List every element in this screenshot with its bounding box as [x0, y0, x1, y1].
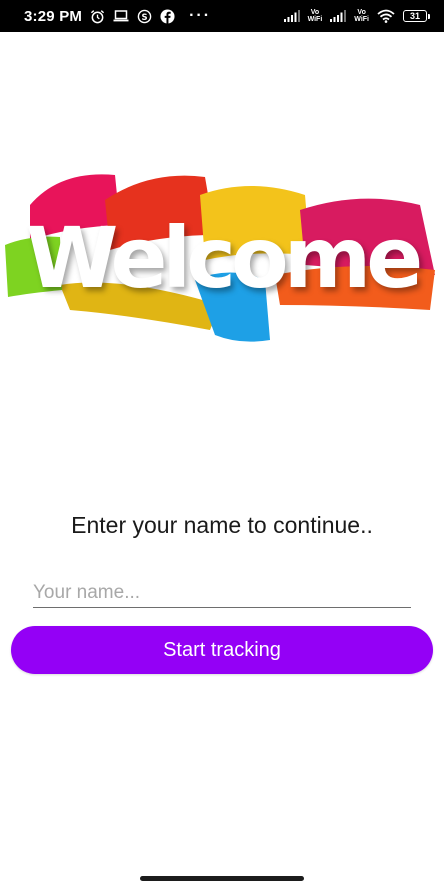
- battery-level: 31: [403, 10, 427, 22]
- status-bar: 3:29 PM S ··· Vo WiFi Vo WiFi 31: [0, 0, 444, 32]
- laptop-icon: [113, 9, 129, 23]
- signal-icon-secondary: [330, 10, 347, 22]
- gesture-nav-handle[interactable]: [140, 876, 304, 881]
- status-right: Vo WiFi Vo WiFi 31: [283, 9, 430, 23]
- vowifi-label-top-secondary: Vo: [357, 9, 366, 16]
- svg-text:S: S: [142, 11, 148, 21]
- start-tracking-button[interactable]: Start tracking: [11, 626, 433, 674]
- s-circle-icon: S: [137, 9, 152, 24]
- name-prompt-label: Enter your name to continue..: [71, 512, 373, 538]
- name-input[interactable]: [33, 578, 411, 608]
- facebook-icon: [160, 8, 175, 24]
- battery-tip: [428, 13, 430, 19]
- vowifi-indicator: Vo WiFi: [308, 9, 323, 23]
- welcome-banner-image: Welcome: [0, 165, 444, 350]
- welcome-word: Welcome: [25, 209, 423, 307]
- wifi-icon: [377, 9, 395, 23]
- vowifi-label-bottom-secondary: WiFi: [354, 16, 369, 23]
- status-left: 3:29 PM S ···: [24, 7, 211, 25]
- vowifi-label-bottom: WiFi: [307, 16, 323, 23]
- vowifi-label-top: Vo: [310, 9, 320, 16]
- alarm-icon: [90, 9, 105, 24]
- signal-icon: [283, 10, 300, 22]
- vowifi-indicator-secondary: Vo WiFi: [354, 9, 369, 23]
- battery-icon: 31: [403, 10, 430, 22]
- more-notifications-indicator: ···: [189, 7, 212, 24]
- status-time: 3:29 PM: [24, 7, 83, 25]
- app-screen: 3:29 PM S ··· Vo WiFi Vo WiFi 31 Welcome…: [0, 0, 444, 888]
